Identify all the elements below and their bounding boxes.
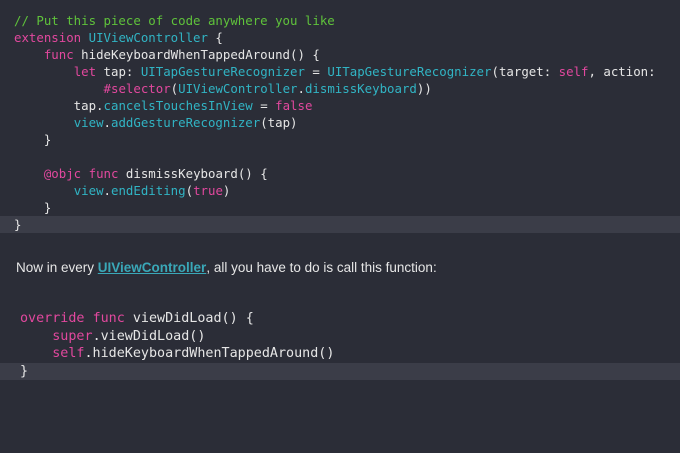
code-token: dismissKeyboard — [304, 81, 417, 96]
code-token: viewDidLoad() { — [124, 311, 254, 326]
code-token: cancelsTouchesInView — [103, 98, 253, 113]
code-token: addGestureRecognizer — [111, 115, 261, 130]
code-token: . — [103, 183, 111, 198]
code-token: super — [52, 328, 93, 344]
code-token: UIViewController — [178, 81, 298, 96]
code-token: hideKeyboardWhenTappedAround() { — [73, 47, 320, 62]
code-line: } — [0, 216, 680, 233]
code-line: view.endEditing(true) — [0, 182, 680, 199]
code-token: // Put this piece of code anywhere you l… — [14, 13, 335, 28]
code-token: ( — [185, 183, 194, 198]
code-token: .viewDidLoad() — [92, 328, 206, 344]
code-token: @objc — [43, 166, 82, 181]
code-token: } — [20, 363, 29, 379]
code-token: (tap) — [260, 115, 298, 130]
code-token: let — [73, 64, 97, 79]
code-token: tap. — [14, 98, 104, 113]
code-line: #selector(UIViewController.dismissKeyboa… — [0, 80, 680, 97]
instruction-text-after: , all you have to do is call this functi… — [206, 260, 437, 275]
code-token: false — [275, 98, 313, 113]
code-line: tap.cancelsTouchesInView = false — [0, 97, 680, 114]
instruction-text-before: Now in every — [16, 260, 98, 275]
code-token: } — [14, 132, 52, 147]
code-line: @objc func dismissKeyboard() { — [0, 165, 680, 182]
code-token: , action: — [588, 64, 656, 79]
code-token: UIViewController — [88, 30, 208, 45]
code-line: } — [0, 362, 680, 380]
code-token: func — [88, 166, 119, 181]
code-token: extension — [14, 30, 82, 45]
code-line: view.addGestureRecognizer(tap) — [0, 114, 680, 131]
code-token: dismissKeyboard() { — [118, 166, 268, 181]
code-line: override func viewDidLoad() { — [0, 310, 680, 328]
code-token: )) — [416, 81, 432, 96]
code-token: override — [20, 311, 85, 326]
code-token: } — [14, 200, 52, 215]
code-line: self.hideKeyboardWhenTappedAround() — [0, 345, 680, 363]
code-token: . — [103, 115, 111, 130]
code-line: // Put this piece of code anywhere you l… — [0, 12, 680, 29]
code-line: } — [0, 199, 680, 216]
article-page: // Put this piece of code anywhere you l… — [0, 0, 680, 453]
code-token: { — [207, 30, 223, 45]
code-token: (target: — [491, 64, 559, 79]
code-token: endEditing — [111, 183, 186, 198]
code-token: self — [558, 64, 589, 79]
code-token: true — [193, 183, 223, 198]
code-token: .hideKeyboardWhenTappedAround() — [84, 346, 335, 361]
code-token: = — [252, 98, 276, 113]
code-line: super.viewDidLoad() — [0, 328, 680, 346]
code-token: UITapGestureRecognizer — [327, 64, 492, 79]
code-token: ) — [222, 183, 231, 198]
code-token: . — [297, 81, 305, 96]
code-token: func — [92, 311, 125, 326]
code-token: self — [52, 346, 85, 361]
code-token: } — [14, 217, 22, 232]
code-line — [0, 148, 680, 165]
code-token: view — [73, 115, 104, 130]
code-token: UITapGestureRecognizer — [140, 64, 305, 79]
code-token: view — [73, 183, 104, 198]
code-token: #selector — [103, 81, 171, 96]
code-block-extension: // Put this piece of code anywhere you l… — [0, 12, 680, 233]
code-line: let tap: UITapGestureRecognizer = UITapG… — [0, 63, 680, 80]
code-token: tap: — [96, 64, 141, 79]
code-token: = — [304, 64, 328, 79]
code-token: func — [43, 47, 74, 62]
instruction-paragraph: Now in every UIViewController, all you h… — [16, 260, 437, 275]
code-line: func hideKeyboardWhenTappedAround() { — [0, 46, 680, 63]
code-line: extension UIViewController { — [0, 29, 680, 46]
code-block-viewdidload: override func viewDidLoad() { super.view… — [0, 310, 680, 380]
uiviewcontroller-link[interactable]: UIViewController — [98, 260, 207, 275]
code-line: } — [0, 131, 680, 148]
